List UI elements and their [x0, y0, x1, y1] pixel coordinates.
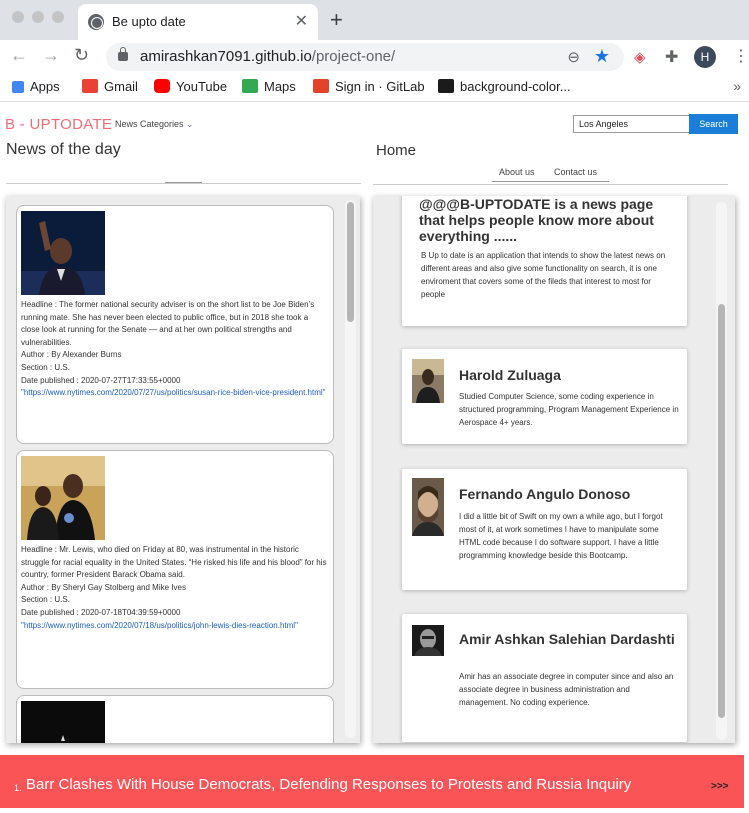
browser-tab[interactable]: Be upto date ✕	[78, 4, 318, 40]
bookmark-apps[interactable]: Apps	[12, 79, 60, 94]
extension-icon[interactable]: ◈	[634, 48, 646, 66]
team-member-bio: Amir has an associate degree in computer…	[459, 672, 674, 707]
url-host: amirashkan7091.github.io	[140, 48, 312, 65]
news-link[interactable]: "https://www.nytimes.com/2020/07/18/us/p…	[21, 620, 328, 633]
news-date: Date published : 2020-07-27T17:33:55+000…	[21, 375, 181, 385]
tab-close-icon[interactable]: ✕	[295, 11, 308, 31]
contact-us-link[interactable]: Contact us	[554, 167, 597, 177]
url-path: /project-one/	[311, 48, 396, 65]
maps-icon	[242, 79, 258, 93]
search-input[interactable]	[573, 115, 690, 133]
ticker-next-button[interactable]: >>>	[711, 781, 729, 792]
bookmark-label: Gmail	[104, 79, 138, 94]
home-panel[interactable]: @@@B-UPTODATE is a news page that helps …	[373, 196, 735, 743]
bookmark-label: Sign in · GitLab	[335, 79, 425, 94]
zoom-icon[interactable]: ⊖	[567, 48, 580, 66]
brand-logo[interactable]: B - UPTODATE	[5, 116, 112, 133]
chevron-down-icon: ⌄	[186, 119, 194, 129]
extensions-puzzle-icon[interactable]: ✚	[665, 47, 678, 67]
news-categories-dropdown[interactable]: News Categories ⌄	[115, 119, 194, 130]
gmail-icon	[82, 79, 98, 93]
forward-arrow-icon[interactable]: →	[42, 45, 60, 66]
team-member-name: Fernando Angulo Donoso	[459, 486, 631, 502]
links-underline	[492, 181, 609, 182]
news-author: Author : By Sheryl Gay Stolberg and Mike…	[21, 582, 186, 592]
gitlab-icon	[313, 79, 329, 93]
bookmark-label: Apps	[30, 79, 60, 94]
news-text: Headline : Mr. Lewis, who died on Friday…	[21, 544, 328, 632]
bookmark-star-icon[interactable]: ★	[594, 46, 610, 67]
news-categories-label: News Categories	[115, 119, 184, 129]
team-member-bio: Studied Computer Science, some coding ex…	[459, 392, 679, 427]
bookmark-maps[interactable]: Maps	[242, 79, 296, 94]
ticker-number: 1.	[14, 783, 22, 793]
reload-icon[interactable]: ↻	[74, 45, 89, 66]
news-headline: Headline : The former national security …	[21, 300, 315, 347]
window-minimize-control[interactable]	[32, 11, 44, 23]
news-card: Headline : Mr. Lewis, who died on Friday…	[16, 450, 334, 689]
divider	[373, 184, 728, 185]
bookmark-label: YouTube	[176, 79, 228, 94]
window-zoom-control[interactable]	[52, 11, 64, 23]
bookmark-gitlab[interactable]: Sign in · GitLab	[313, 79, 425, 94]
profile-avatar[interactable]: H	[694, 46, 716, 68]
bookmarks-bar: Apps Gmail YouTube Maps Sign in · GitLab…	[0, 74, 749, 102]
bookmarks-overflow-icon[interactable]: »	[733, 78, 741, 94]
team-member-name: Harold Zuluaga	[459, 367, 561, 383]
bookmark-gmail[interactable]: Gmail	[82, 79, 138, 94]
team-photo	[412, 625, 444, 656]
bookmark-background-color[interactable]: background-color...	[438, 79, 571, 94]
news-image	[21, 456, 105, 540]
divider-mark	[165, 182, 202, 183]
bookmark-label: Maps	[264, 79, 296, 94]
back-arrow-icon[interactable]: ←	[10, 45, 28, 66]
news-link[interactable]: "https://www.nytimes.com/2020/07/27/us/p…	[21, 387, 328, 400]
youtube-icon	[154, 79, 170, 93]
news-section-title: News of the day	[6, 141, 121, 158]
apps-grid-icon	[12, 81, 24, 93]
news-image	[21, 701, 105, 743]
codepen-icon	[438, 79, 454, 93]
about-title: @@@B-UPTODATE is a news page that helps …	[419, 196, 654, 244]
news-scrollbar-thumb[interactable]	[347, 202, 354, 322]
tab-title: Be upto date	[112, 14, 186, 29]
new-tab-button[interactable]: +	[330, 7, 343, 33]
url-text[interactable]: amirashkan7091.github.io/project-one/	[140, 48, 395, 65]
team-member-bio: I did a little bit of Swift on my own a …	[459, 512, 663, 560]
team-card: Amir Ashkan Salehian Dardashti Amir has …	[402, 614, 687, 742]
news-section: Section : U.S.	[21, 362, 70, 372]
team-card: Fernando Angulo Donoso I did a little bi…	[402, 469, 687, 590]
ticker-headline[interactable]: Barr Clashes With House Democrats, Defen…	[26, 776, 631, 793]
team-photo	[412, 478, 444, 536]
about-card: @@@B-UPTODATE is a news page that helps …	[402, 196, 687, 326]
page-content: B - UPTODATE News Categories ⌄ Search Ne…	[0, 103, 749, 813]
news-card	[16, 695, 334, 743]
bookmark-youtube[interactable]: YouTube	[154, 79, 227, 94]
address-bar[interactable]: amirashkan7091.github.io/project-one/ ⊖ …	[106, 43, 624, 71]
news-author: Author : By Alexander Burns	[21, 350, 122, 360]
team-card: Harold Zuluaga Studied Computer Science,…	[402, 349, 687, 444]
news-ticker[interactable]: 1. Barr Clashes With House Democrats, De…	[0, 755, 744, 808]
home-section-title: Home	[376, 142, 417, 159]
window-close-control[interactable]	[12, 11, 24, 23]
news-section: Section : U.S.	[21, 595, 70, 605]
news-text: Headline : The former national security …	[21, 299, 328, 400]
divider	[6, 183, 361, 184]
search-button[interactable]: Search	[689, 114, 738, 134]
news-card: Headline : The former national security …	[16, 205, 334, 444]
news-image	[21, 211, 105, 295]
news-date: Date published : 2020-07-18T04:39:59+000…	[21, 607, 181, 617]
globe-icon	[88, 14, 104, 30]
about-us-link[interactable]: About us	[499, 167, 535, 177]
home-scrollbar-thumb[interactable]	[718, 304, 725, 718]
news-headline: Headline : Mr. Lewis, who died on Friday…	[21, 545, 327, 580]
tab-bar: Be upto date ✕ +	[0, 0, 749, 40]
news-list-panel[interactable]: Headline : The former national security …	[6, 196, 360, 743]
team-photo	[412, 359, 444, 403]
about-text: B Up to date is an application that inte…	[421, 251, 666, 299]
team-member-name: Amir Ashkan Salehian Dardashti	[459, 631, 675, 647]
lock-icon	[118, 47, 128, 61]
bookmark-label: background-color...	[460, 79, 571, 94]
menu-kebab-icon[interactable]: ⋮	[733, 46, 749, 66]
